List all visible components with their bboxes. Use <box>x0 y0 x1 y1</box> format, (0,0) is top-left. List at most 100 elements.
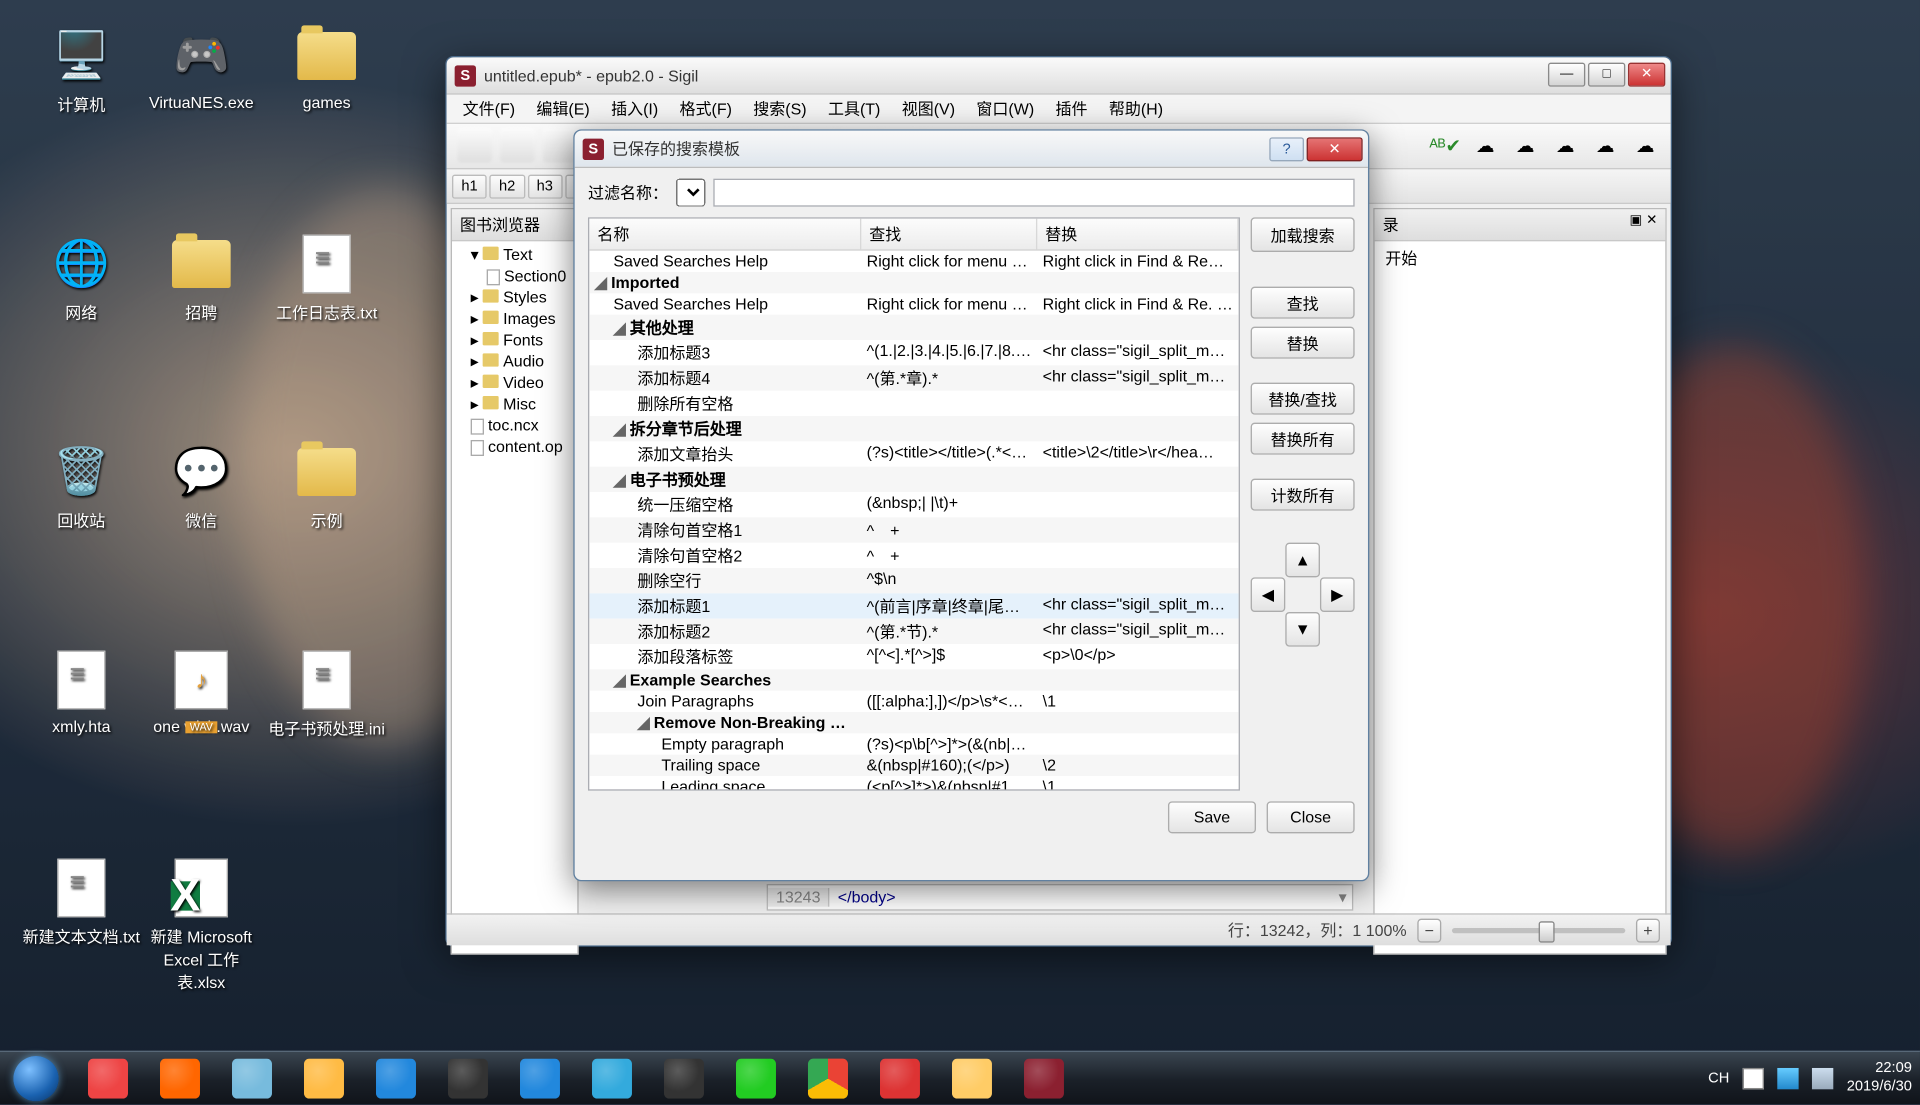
ime-indicator[interactable]: CH <box>1708 1070 1729 1086</box>
taskbar-item-sigil[interactable] <box>1008 1051 1080 1104</box>
menu-item[interactable]: 编辑(E) <box>526 95 601 123</box>
filter-input[interactable] <box>713 179 1354 207</box>
help-button[interactable]: ? <box>1269 137 1304 161</box>
desktop-icon[interactable]: 💬微信 <box>141 440 261 532</box>
search-item[interactable]: Saved Searches HelpRight click for menu … <box>589 293 1238 314</box>
panel-close-icon[interactable]: ✕ <box>1646 213 1657 236</box>
zoom-out-button[interactable]: − <box>1417 918 1441 942</box>
move-right-button[interactable]: ▶ <box>1320 577 1355 612</box>
panel-undock-icon[interactable]: ▣ <box>1630 213 1643 236</box>
tree-item[interactable]: ▸ Misc <box>455 393 575 414</box>
taskbar-item-kindle[interactable] <box>648 1051 720 1104</box>
menu-item[interactable]: 插入(I) <box>600 95 668 123</box>
replace-all-button[interactable]: 替换所有 <box>1251 423 1355 455</box>
col-replace[interactable]: 替换 <box>1037 219 1238 250</box>
search-group[interactable]: ◢ 其他处理 <box>589 315 1238 340</box>
tree-item[interactable]: ▸ Video <box>455 372 575 393</box>
menu-item[interactable]: 工具(T) <box>817 95 891 123</box>
search-item[interactable]: 清除句首空格2^ + <box>589 543 1238 568</box>
spellcheck-icon[interactable]: ᴬᴮ✔ <box>1428 128 1463 163</box>
taskbar-item-wechat[interactable] <box>720 1051 792 1104</box>
desktop-icon[interactable]: X新建 Microsoft Excel 工作表.xlsx <box>141 856 261 993</box>
dialog-close-button[interactable]: ✕ <box>1307 137 1363 161</box>
move-down-button[interactable]: ▼ <box>1285 612 1320 647</box>
search-item[interactable]: 添加标题3^(1.|2.|3.|4.|5.|6.|7.|8.|9.).*<hr … <box>589 340 1238 365</box>
move-up-button[interactable]: ▲ <box>1285 543 1320 578</box>
close-button[interactable]: Close <box>1267 801 1355 833</box>
heading-button[interactable]: h3 <box>527 174 562 198</box>
search-list[interactable]: 名称 查找 替换 Saved Searches HelpRight click … <box>588 217 1240 790</box>
desktop-icon[interactable]: 🌐网络 <box>21 232 141 324</box>
search-item[interactable]: Saved Searches HelpRight click for menu … <box>589 251 1238 272</box>
search-item[interactable]: 添加标题2^(第.*节).*<hr class="sigil_split_m… <box>589 619 1238 644</box>
taskbar-item-chrome[interactable] <box>792 1051 864 1104</box>
col-name[interactable]: 名称 <box>589 219 861 250</box>
search-item[interactable]: 添加段落标签^[^<].*[^>]$<p>\0</p> <box>589 644 1238 669</box>
desktop-icon[interactable]: 电子书预处理.ini <box>267 648 387 740</box>
menu-item[interactable]: 插件 <box>1045 95 1098 123</box>
clock[interactable]: 22:09 2019/6/30 <box>1847 1060 1912 1095</box>
toc-item[interactable]: 开始 <box>1375 241 1666 274</box>
search-item[interactable]: Join Paragraphs([[:alpha:],])</p>\s*<p…\… <box>589 691 1238 712</box>
desktop-icon[interactable]: 示例 <box>267 440 387 532</box>
desktop-icon[interactable]: ♪WAVone wish.wav <box>141 648 261 736</box>
zoom-slider[interactable] <box>1452 927 1625 932</box>
menu-item[interactable]: 文件(F) <box>452 95 526 123</box>
tool-icon[interactable]: ☁ <box>1588 128 1623 163</box>
search-item[interactable]: Trailing space&(nbsp|#160);(</p>)\2 <box>589 755 1238 776</box>
desktop-icon[interactable]: 新建文本文档.txt <box>21 856 141 948</box>
tree-item[interactable]: toc.ncx <box>455 415 575 436</box>
search-item[interactable]: 添加文章抬头(?s)<title></title>(.*<h…<title>\2… <box>589 441 1238 466</box>
taskbar-item-notepad[interactable] <box>216 1051 288 1104</box>
heading-button[interactable]: h2 <box>490 174 525 198</box>
tree-item[interactable]: ▸ Styles <box>455 287 575 308</box>
save-button[interactable]: Save <box>1168 801 1256 833</box>
replace-find-button[interactable]: 替换/查找 <box>1251 383 1355 415</box>
zoom-in-button[interactable]: + <box>1636 918 1660 942</box>
desktop-icon[interactable]: xmly.hta <box>21 648 141 736</box>
tree-item[interactable]: ▸ Fonts <box>455 329 575 350</box>
tool-icon[interactable]: ☁ <box>1468 128 1503 163</box>
tool-icon[interactable]: ☁ <box>1508 128 1543 163</box>
search-group[interactable]: ◢ 电子书预处理 <box>589 467 1238 492</box>
tree-item[interactable]: ▸ Images <box>455 308 575 329</box>
load-search-button[interactable]: 加载搜索 <box>1251 217 1355 252</box>
tree-item[interactable]: ▸ Audio <box>455 351 575 372</box>
code-view[interactable]: 13243 </body> ▾ <box>767 884 1354 911</box>
menu-item[interactable]: 窗口(W) <box>966 95 1045 123</box>
search-group[interactable]: ◢ Remove Non-Breaking S… <box>589 712 1238 733</box>
search-group[interactable]: ◢ Example Searches <box>589 669 1238 690</box>
taskbar-item-todo[interactable] <box>504 1051 576 1104</box>
taskbar-item-opera[interactable] <box>72 1051 144 1104</box>
col-find[interactable]: 查找 <box>861 219 1037 250</box>
desktop-icon[interactable]: 🗑️回收站 <box>21 440 141 532</box>
taskbar-item-baidunet[interactable] <box>360 1051 432 1104</box>
move-left-button[interactable]: ◀ <box>1251 577 1286 612</box>
count-all-button[interactable]: 计数所有 <box>1251 479 1355 511</box>
tree-item[interactable]: content.op <box>455 436 575 457</box>
sigil-titlebar[interactable]: S untitled.epub* - epub2.0 - Sigil — □ ✕ <box>447 57 1671 94</box>
search-item[interactable]: Leading space(<p[^>]*>)&(nbsp|#16…\1 <box>589 776 1238 791</box>
search-item[interactable]: 删除所有空格 <box>589 391 1238 416</box>
close-button[interactable]: ✕ <box>1628 62 1665 86</box>
menu-item[interactable]: 格式(F) <box>669 95 743 123</box>
maximize-button[interactable]: □ <box>1588 62 1625 86</box>
tool-icon[interactable]: ☁ <box>1628 128 1663 163</box>
tree-item[interactable]: Section0 <box>455 265 575 286</box>
menu-item[interactable]: 帮助(H) <box>1098 95 1174 123</box>
taskbar-item-books[interactable] <box>288 1051 360 1104</box>
minimize-button[interactable]: — <box>1548 62 1585 86</box>
menu-item[interactable]: 搜索(S) <box>743 95 818 123</box>
tray-volume-icon[interactable] <box>1812 1067 1833 1088</box>
desktop-icon[interactable]: 工作日志表.txt <box>267 232 387 324</box>
tool-icon[interactable]: ☁ <box>1548 128 1583 163</box>
tree-item[interactable]: ▾ Text <box>455 244 575 265</box>
desktop-icon[interactable]: games <box>267 24 387 112</box>
desktop-icon[interactable]: 🖥️计算机 <box>21 24 141 116</box>
heading-button[interactable]: h1 <box>452 174 487 198</box>
search-item[interactable]: 删除空行^$\n <box>589 568 1238 593</box>
search-item[interactable]: 添加标题1^(前言|序章|终章|尾声|第…<hr class="sigil_sp… <box>589 593 1238 618</box>
tray-network-icon[interactable] <box>1777 1067 1798 1088</box>
taskbar-item-music[interactable] <box>432 1051 504 1104</box>
tray-flag-icon[interactable] <box>1743 1067 1764 1088</box>
